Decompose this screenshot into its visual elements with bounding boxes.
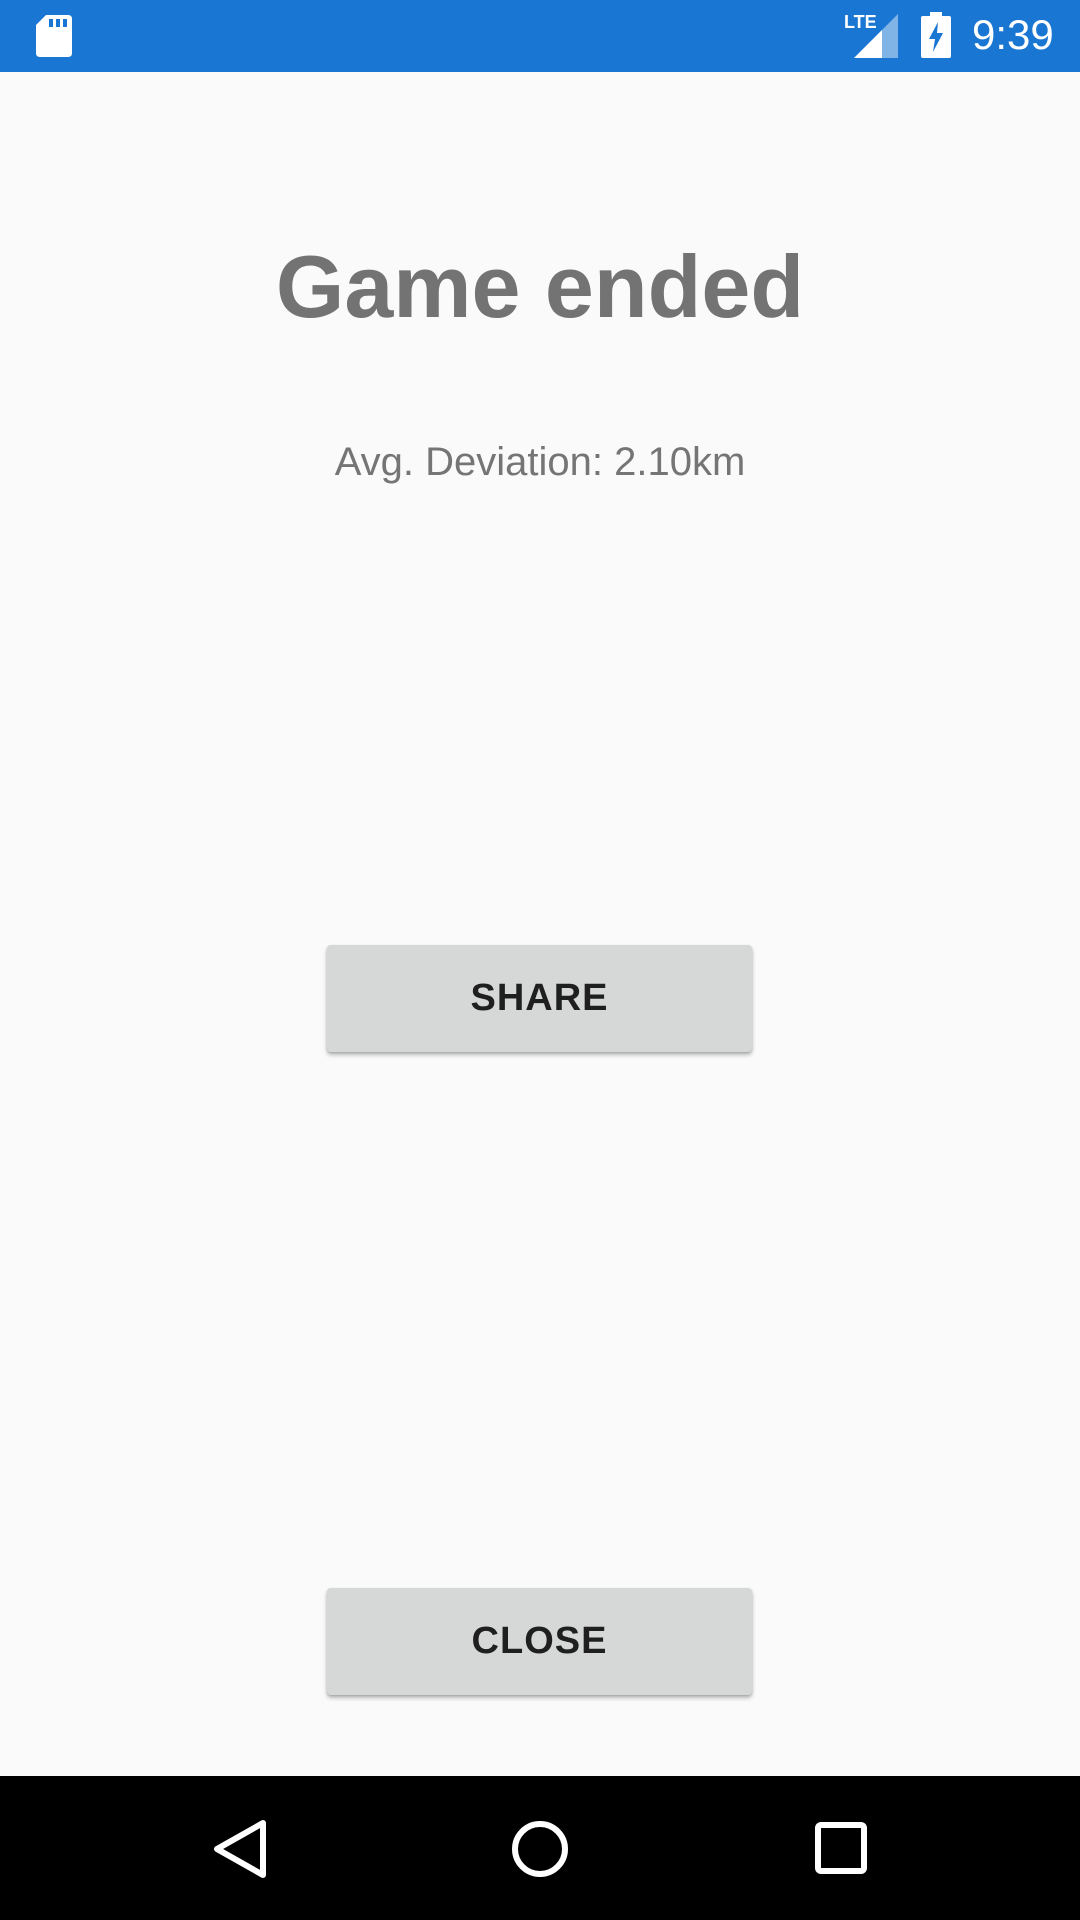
battery-charging-icon <box>921 12 951 58</box>
status-bar-clock: 9:39 <box>972 11 1054 58</box>
game-ended-screen: Game ended Avg. Deviation: 2.10km SHARE … <box>0 72 1080 1776</box>
home-icon[interactable] <box>510 1819 570 1879</box>
close-button[interactable]: CLOSE <box>327 1588 752 1695</box>
share-button[interactable]: SHARE <box>327 945 752 1052</box>
sd-card-icon <box>36 15 72 57</box>
avg-deviation-text: Avg. Deviation: 2.10km <box>334 440 746 484</box>
navigation-bar <box>0 1776 1080 1920</box>
svg-text:LTE: LTE <box>844 12 877 32</box>
recents-icon[interactable] <box>814 1821 868 1875</box>
back-icon[interactable] <box>211 1819 269 1879</box>
page-title: Game ended <box>275 237 805 336</box>
status-bar: LTE 9:39 <box>0 0 1080 72</box>
lte-signal-icon: LTE <box>844 12 898 58</box>
